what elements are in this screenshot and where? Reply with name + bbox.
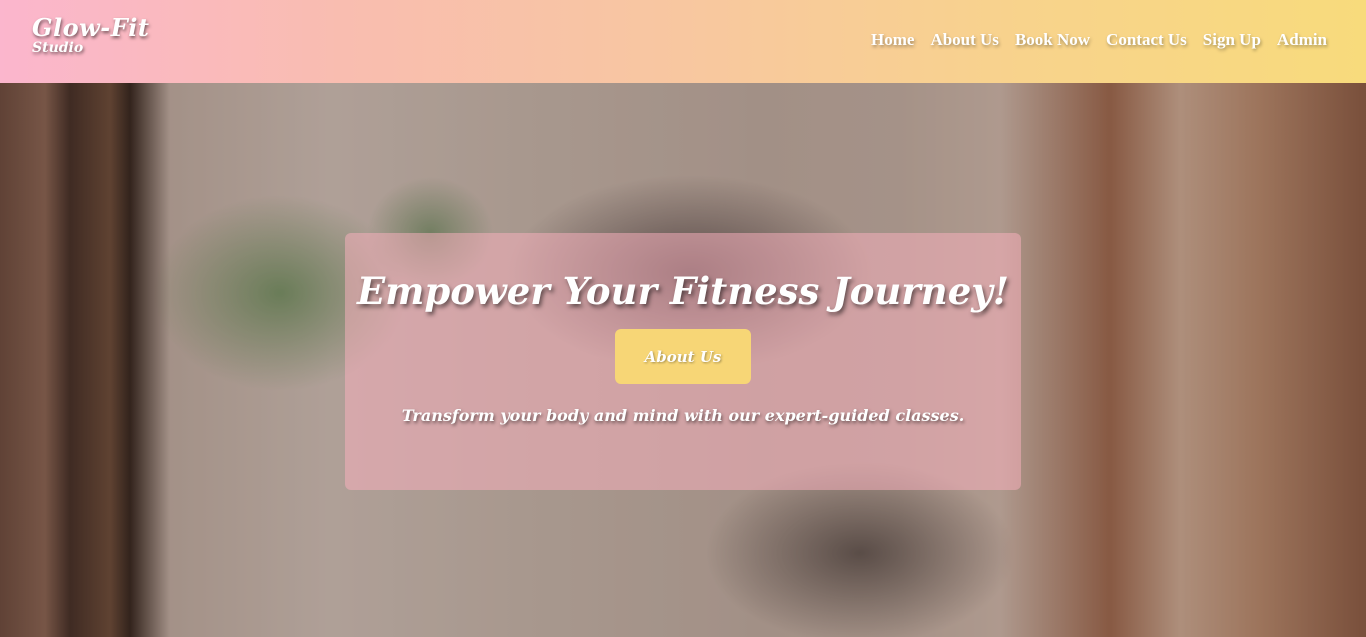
nav-link-admin[interactable]: Admin bbox=[1277, 30, 1327, 50]
site-header: Glow-Fit Studio Home About Us Book Now C… bbox=[0, 0, 1366, 83]
main-nav: Home About Us Book Now Contact Us Sign U… bbox=[871, 30, 1327, 50]
nav-link-about-us[interactable]: About Us bbox=[930, 30, 999, 50]
about-us-button[interactable]: About Us bbox=[615, 329, 751, 384]
brand-name: Glow-Fit bbox=[32, 13, 150, 42]
brand-logo[interactable]: Glow-Fit Studio bbox=[32, 13, 150, 57]
nav-link-book-now[interactable]: Book Now bbox=[1015, 30, 1090, 50]
nav-link-sign-up[interactable]: Sign Up bbox=[1203, 30, 1261, 50]
brand-subtitle: Studio bbox=[32, 40, 84, 56]
hero-section: Empower Your Fitness Journey! About Us T… bbox=[0, 83, 1366, 637]
hero-tagline: Transform your body and mind with our ex… bbox=[401, 406, 965, 425]
nav-link-contact-us[interactable]: Contact Us bbox=[1106, 30, 1187, 50]
hero-title: Empower Your Fitness Journey! bbox=[357, 269, 1009, 313]
hero-overlay-card: Empower Your Fitness Journey! About Us T… bbox=[345, 233, 1021, 490]
nav-link-home[interactable]: Home bbox=[871, 30, 914, 50]
